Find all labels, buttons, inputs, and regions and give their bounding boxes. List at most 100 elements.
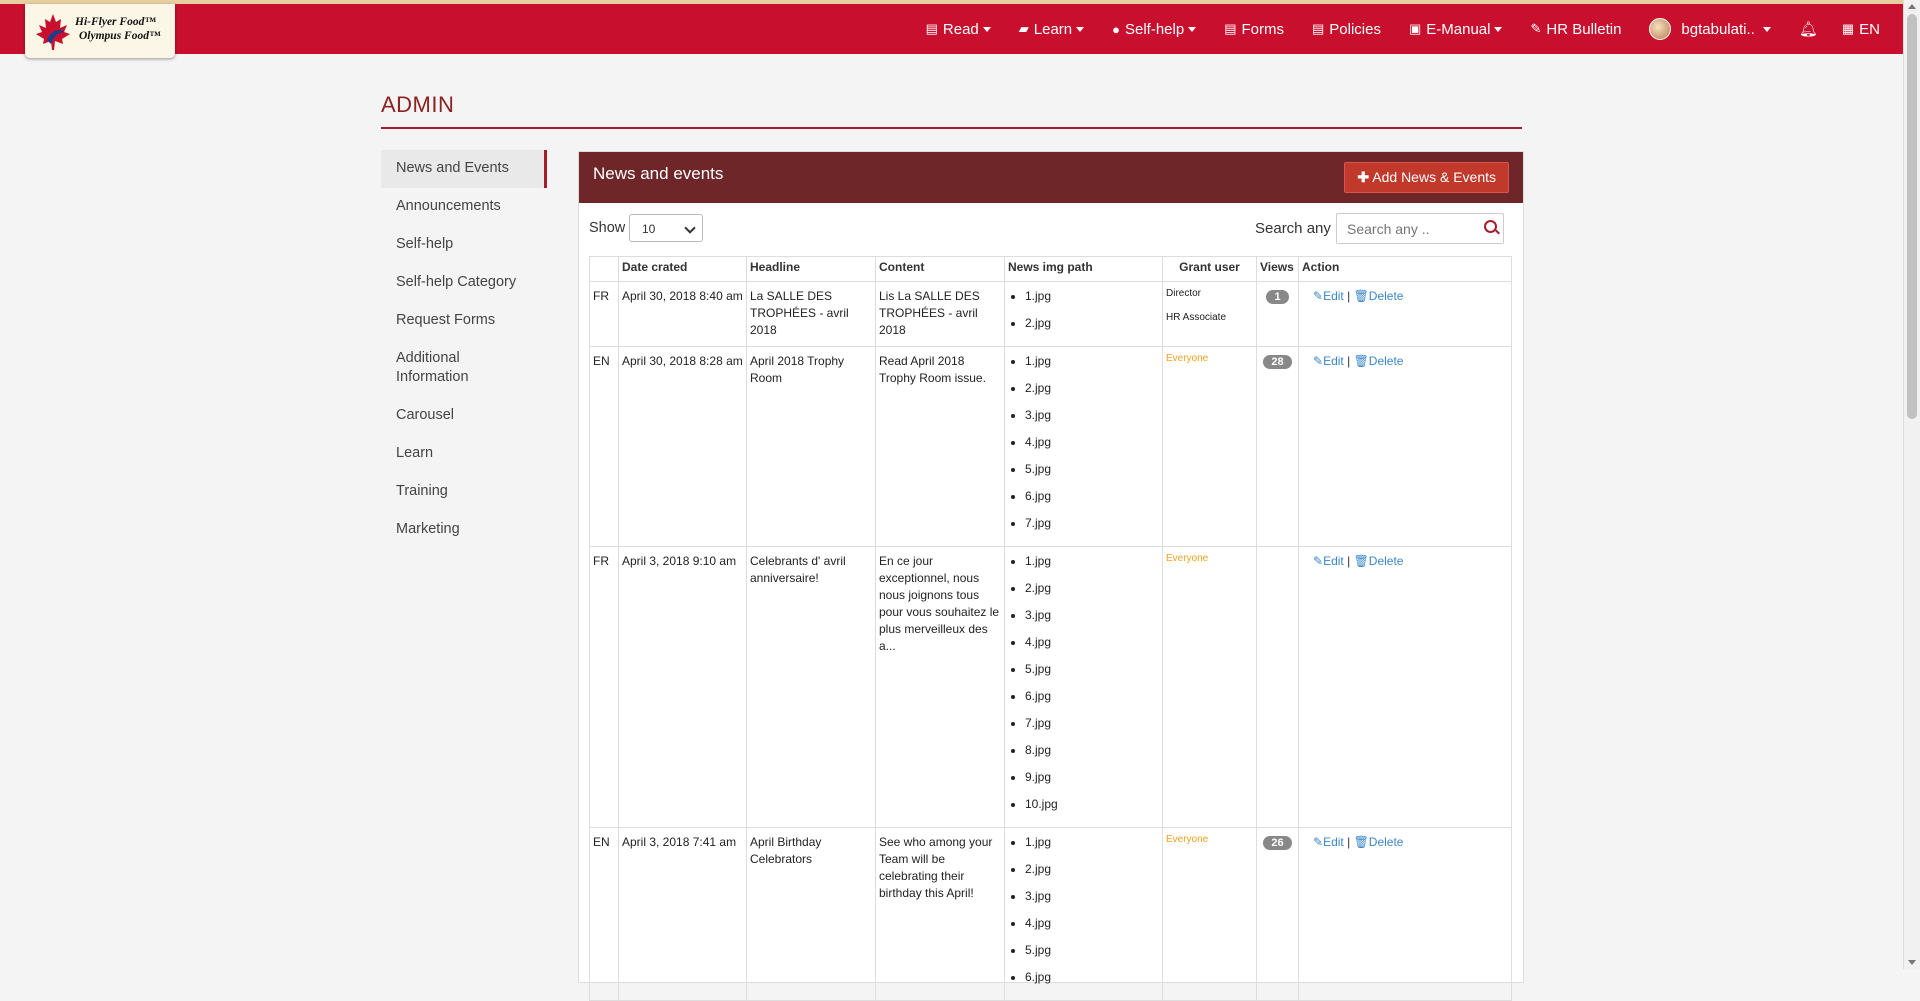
sidebar-item-self-help-category[interactable]: Self-help Category [381,264,547,302]
delete-label: Delete [1368,835,1404,849]
sidebar-item-marketing[interactable]: Marketing [381,511,547,549]
notifications-button[interactable]: 🔔︎ [1799,20,1818,38]
scrollbar-thumb[interactable] [1907,14,1917,419]
sidebar-item-additional-information[interactable]: Additional Information [381,340,521,397]
nav-e-manual-label: E-Manual [1426,20,1491,38]
image-path-item: 1.jpg [1025,288,1159,305]
info-circle-icon: ● [1112,21,1120,37]
image-path-item: 4.jpg [1025,634,1159,651]
nav-read[interactable]: ▤ Read [926,21,991,38]
search-input[interactable] [1337,214,1479,244]
image-path-item: 6.jpg [1025,688,1159,705]
col-content[interactable]: Content [875,256,1005,282]
sidebar-item-announcements[interactable]: Announcements [381,188,547,226]
newspaper-icon: ▤ [925,21,938,36]
nav-forms[interactable]: ▤ Forms [1224,21,1284,38]
edit-label: Edit [1323,835,1344,849]
grant-user-item: Everyone [1166,553,1209,564]
delete-link[interactable]: 🗑︎Delete [1354,289,1404,303]
edit-link[interactable]: ✎Edit [1313,554,1344,568]
page-scrollbar[interactable] [1903,0,1920,969]
table-row: EN April 3, 2018 7:41 am April Birthday Ce… [589,827,1512,1001]
sidebar-item-learn[interactable]: Learn [381,435,547,473]
sidebar-item-training[interactable]: Training [381,473,547,511]
image-path-item: 4.jpg [1025,915,1159,932]
image-path-item: 2.jpg [1025,315,1159,332]
grant-user-item: Director [1166,288,1202,299]
image-path-item: 6.jpg [1025,969,1159,986]
search-box [1336,213,1504,244]
search-label: Search any [1255,220,1331,237]
row-date: April 3, 2018 7:41 am [618,827,747,1001]
add-button-label: Add News & Events [1372,169,1496,185]
search-icon[interactable] [1484,220,1497,233]
image-path-item: 3.jpg [1025,888,1159,905]
image-path-item: 10.jpg [1025,796,1159,813]
grant-user-item: Everyone [1166,353,1209,364]
delete-link[interactable]: 🗑︎Delete [1354,554,1404,568]
maple-leaf-icon [36,14,70,50]
views-badge: 28 [1263,355,1292,369]
nav-read-label: Read [942,20,979,38]
sidebar-item-request-forms[interactable]: Request Forms [381,302,547,340]
news-events-panel: News and events ✚ Add News & Events Show… [578,151,1524,1001]
image-path-item: 3.jpg [1025,607,1159,624]
bell-icon: 🔔︎ [1798,21,1818,38]
image-path-item: 4.jpg [1025,434,1159,451]
caret-down-icon [1762,26,1771,32]
user-menu[interactable]: bgtabulati.. [1649,18,1771,40]
row-language: FR [589,281,619,347]
admin-sidebar: News and Events Announcements Self-help … [381,150,547,549]
add-news-events-button[interactable]: ✚ Add News & Events [1344,162,1509,193]
delete-label: Delete [1368,354,1404,368]
nav-self-help[interactable]: ● Self-help [1112,21,1197,38]
scroll-up-icon[interactable] [1908,4,1916,9]
sidebar-item-self-help[interactable]: Self-help [381,226,547,264]
nav-policies[interactable]: ▤ Policies [1312,21,1381,38]
language-switch[interactable]: ▦ EN [1842,21,1880,38]
row-grant-user: Everyone [1162,546,1257,828]
language-label: EN [1859,20,1880,38]
nav-learn[interactable]: ▰ Learn [1018,21,1085,38]
sidebar-item-carousel[interactable]: Carousel [381,397,547,435]
nav-hr-bulletin[interactable]: ✎ HR Bulletin [1530,21,1621,38]
image-path-item: 1.jpg [1025,353,1159,370]
scroll-down-icon[interactable] [1908,960,1916,965]
col-date-crated[interactable]: Date crated [618,256,747,282]
plus-icon: ✚ [1357,169,1370,185]
logo[interactable]: Hi-Flyer Food™ Olympus Food™ [25,4,175,58]
logo-line-1: Hi-Flyer Food™ [75,16,156,28]
row-language: EN [589,827,619,1001]
trash-icon: 🗑︎ [1353,354,1369,368]
trash-icon: 🗑︎ [1353,289,1369,303]
edit-link[interactable]: ✎Edit [1313,354,1344,368]
image-path-item: 5.jpg [1025,661,1159,678]
col-grant-user[interactable]: Grant user [1162,256,1257,282]
row-headline: April 2018 Trophy Room [746,346,876,547]
nav-e-manual[interactable]: ▣ E-Manual [1409,21,1503,38]
delete-link[interactable]: 🗑︎Delete [1354,835,1404,849]
manual-icon: ▣ [1408,21,1422,36]
edit-icon: ✎ [1313,289,1324,303]
row-actions: ✎Edit | 🗑︎Delete [1298,281,1512,347]
page-size-value: 10 [642,222,656,236]
col-views[interactable]: Views [1256,256,1299,282]
table-row: FR April 3, 2018 9:10 am Celebrants d' avr… [589,546,1512,828]
col-news-img-path[interactable]: News img path [1004,256,1163,282]
edit-icon: ✎ [1313,354,1324,368]
row-content: See who among your Team will be celebrat… [875,827,1005,1001]
row-views: 1 [1256,281,1299,347]
row-views: 26 [1256,827,1299,1001]
pin-icon: ✎ [1530,21,1542,36]
row-content: En ce jour exceptionnel, nous nous joign… [875,546,1005,828]
sidebar-item-news-and-events[interactable]: News and Events [381,150,547,188]
image-list: 1.jpg 2.jpg 3.jpg 4.jpg 5.jpg 6.jpg 7.jpg [1008,353,1159,532]
page-size-select[interactable]: 10 [629,214,703,242]
edit-link[interactable]: ✎Edit [1313,835,1344,849]
row-content: Lis La SALLE DES TROPHÉES - avril 2018 [875,281,1005,347]
edit-link[interactable]: ✎Edit [1313,289,1344,303]
book-icon: ▰ [1018,21,1029,36]
col-headline[interactable]: Headline [746,256,876,282]
delete-link[interactable]: 🗑︎Delete [1354,354,1404,368]
caret-down-icon [1188,26,1197,32]
